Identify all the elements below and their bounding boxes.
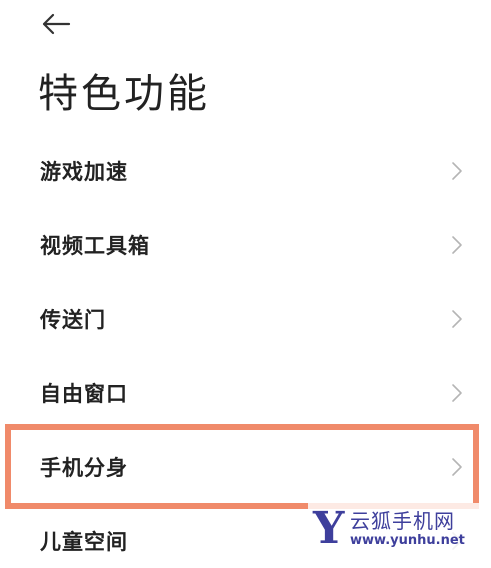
- chevron-right-icon: [452, 162, 462, 180]
- chevron-right-icon: [452, 384, 462, 402]
- arrow-left-icon: [42, 13, 71, 35]
- menu-item-game-acceleration[interactable]: 游戏加速: [0, 134, 491, 208]
- menu-item-label: 传送门: [40, 308, 106, 332]
- menu-item-video-toolbox[interactable]: 视频工具箱: [0, 208, 491, 282]
- menu-item-free-window[interactable]: 自由窗口: [0, 356, 491, 430]
- menu-item-second-space[interactable]: 手机分身: [0, 430, 491, 504]
- back-button[interactable]: [36, 6, 76, 42]
- menu-item-label: 儿童空间: [40, 530, 128, 554]
- menu-item-label: 视频工具箱: [40, 234, 150, 258]
- menu-item-portal[interactable]: 传送门: [0, 282, 491, 356]
- menu-item-kids-space[interactable]: 儿童空间: [0, 504, 491, 568]
- menu-item-label: 手机分身: [40, 456, 128, 480]
- chevron-right-icon: [452, 532, 462, 550]
- page-title: 特色功能: [38, 71, 210, 117]
- menu-item-label: 自由窗口: [40, 382, 128, 406]
- chevron-right-icon: [452, 310, 462, 328]
- chevron-right-icon: [452, 458, 462, 476]
- menu-item-label: 游戏加速: [40, 160, 128, 184]
- feature-menu: 游戏加速 视频工具箱 传送门 自由窗口 手机分身 儿童空间: [0, 134, 491, 568]
- chevron-right-icon: [452, 236, 462, 254]
